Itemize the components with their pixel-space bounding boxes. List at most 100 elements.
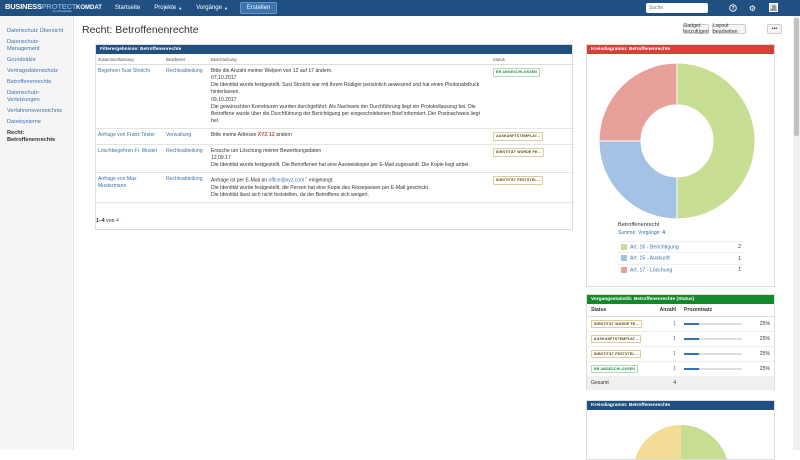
pie-slice	[681, 425, 727, 459]
table-row: IDENTITÄT WURDE FE... 1 25%	[587, 316, 774, 332]
assignee-link[interactable]: Verwaltung	[166, 132, 191, 138]
chevron-down-icon: ▼	[178, 5, 183, 11]
column-header: Prozentsatz	[680, 304, 774, 317]
filter-results-table: Zusammenfassung Bearbeiter Beschreibung …	[96, 54, 574, 204]
column-header: Anzahl	[652, 304, 681, 317]
help-icon[interactable]: ?	[727, 3, 738, 13]
table-row: Anfrage von Franz Tester Verwaltung Bitt…	[96, 128, 574, 145]
column-header[interactable]: Zusammenfassung	[96, 54, 164, 65]
sidebar-item-recht-betroffenenrechte[interactable]: Recht: Betroffenenrechte	[0, 128, 60, 146]
status-badge: BR ABGESCHLOSSEN	[493, 68, 540, 77]
pie-chart-2	[635, 425, 727, 459]
assignee-link[interactable]: Rechtsabteilung	[166, 148, 203, 154]
sidebar-item-verfahrensverzeichnis[interactable]: Verfahrensverzeichnis	[0, 106, 73, 117]
filter-results-gadget: Filterergebnisse: Betroffenenrechte Zusa…	[95, 44, 574, 230]
sidebar-item-management[interactable]: Datenschutz-Management	[0, 37, 60, 55]
issue-summary-link[interactable]: Anfrage von Franz Tester	[98, 132, 155, 138]
table-row: Löschbegehren Fr. Muster Rechtsabteilung…	[96, 144, 574, 174]
legend-swatch	[621, 266, 627, 273]
nav-projekte[interactable]: Projekte ▼	[147, 5, 189, 11]
percentage-bar	[684, 352, 743, 355]
table-row: BR ABGESCHLOSSEN 1 25%	[587, 361, 774, 377]
pie-chart	[598, 62, 756, 220]
svg-text:?: ?	[731, 6, 734, 12]
count-link[interactable]: 1	[652, 361, 681, 377]
edit-layout-button[interactable]: Layout bearbeiten	[712, 23, 746, 35]
sidebar-item-uebersicht[interactable]: Datenschutz Übersicht	[0, 26, 73, 37]
table-row: IDENTITÄT FESTSTEL... 1 25%	[587, 346, 774, 362]
table-row: AUSKUNFTSTEMPLAT... 1 25%	[587, 331, 774, 347]
sidebar-item-vertragsdatenschutz[interactable]: Vertragsdatenschutz	[0, 66, 73, 77]
percentage-bar	[684, 337, 743, 340]
pie-chart-gadget-2: Kreisdiagramm: Betroffenenrechte	[586, 400, 775, 460]
create-button[interactable]: Erstellen	[239, 2, 278, 14]
legend-item[interactable]: Art. 17 - Löschung 1	[618, 263, 744, 276]
issue-summary-link[interactable]: Begehren Susi Strolchi	[98, 68, 150, 74]
pie-slice[interactable]	[598, 62, 678, 142]
more-actions-button[interactable]: •••	[767, 24, 782, 34]
pagination: 1–4 von 4	[96, 218, 119, 224]
percentage-bar	[684, 322, 743, 325]
issue-description: Bitte meine Adresse XYZ 12 ändern	[209, 128, 491, 145]
pie-summary: Summe: Vorgänge: 4	[618, 230, 665, 236]
total-row: Gesamt 4	[587, 376, 774, 390]
scrollbar-thumb[interactable]	[794, 18, 799, 136]
pie-slice[interactable]	[598, 140, 678, 220]
status-badge[interactable]: BR ABGESCHLOSSEN	[591, 365, 638, 373]
legend-item[interactable]: Art. 15 - Auskunft 1	[618, 252, 744, 265]
pagination-total-link[interactable]: 4	[116, 218, 119, 224]
table-row: Begehren Susi Strolchi Rechtsabteilung B…	[96, 64, 574, 129]
issue-description: Anfrage ist per E-Mail an office@xyz.com…	[209, 172, 491, 204]
chevron-down-icon: ▼	[223, 5, 228, 11]
nav-vorgaenge[interactable]: Vorgänge ▼	[189, 5, 235, 11]
status-badge: AUSKUNFTSTEMPLAT...	[493, 132, 544, 141]
issue-description: Bitte die Anzahl meiner Welpen von 12 au…	[209, 64, 491, 129]
page-scrollbar[interactable]	[793, 16, 800, 450]
status-badge[interactable]: IDENTITÄT WURDE FE...	[591, 320, 643, 328]
sidebar: Datenschutz Übersicht Datenschutz-Manage…	[0, 16, 74, 450]
count-link[interactable]: 1	[652, 316, 681, 332]
search-input[interactable]	[646, 3, 708, 13]
table-row: Anfrage von Max Mustermann Rechtsabteilu…	[96, 172, 574, 204]
brand-label[interactable]: KOMDAT	[74, 5, 108, 11]
status-badge[interactable]: AUSKUNFTSTEMPLAT...	[591, 335, 642, 343]
assignee-link[interactable]: Rechtsabteilung	[166, 176, 203, 182]
sidebar-item-grundsaetze[interactable]: Grundsätze	[0, 55, 73, 66]
legend-swatch	[621, 244, 627, 250]
sidebar-item-betroffenenrechte[interactable]: Betroffenenrechte	[0, 77, 73, 88]
pie-slice[interactable]	[676, 62, 756, 220]
nav-startseite[interactable]: Startseite	[108, 5, 147, 11]
column-header[interactable]: Beschreibung	[209, 54, 491, 65]
issue-summary-link[interactable]: Löschbegehren Fr. Muster	[98, 148, 157, 154]
email-link[interactable]: office@xyz.com	[268, 178, 304, 184]
count-link[interactable]: 1	[652, 346, 681, 362]
pie-legend: Art. 16 - Berichtigung 2 Art. 15 - Ausku…	[618, 240, 744, 276]
add-gadget-button[interactable]: Gadget hinzufügen	[683, 23, 709, 35]
issue-description: Ersuche um Löschung meiner Bewerbungsdat…	[209, 144, 491, 174]
column-header[interactable]: Status	[491, 54, 574, 65]
business-protect-logo[interactable]: BUSINESSPROTECT by eXtrapolate	[0, 0, 76, 16]
status-badge[interactable]: IDENTITÄT FESTSTEL...	[591, 350, 642, 358]
assignee-link[interactable]: Rechtsabteilung	[166, 68, 203, 74]
gadget-title: Filterergebnisse: Betroffenenrechte	[96, 45, 572, 54]
column-header[interactable]: Bearbeiter	[164, 54, 209, 65]
legend-item[interactable]: Art. 16 - Berichtigung 2	[618, 240, 744, 253]
gadget-title: Vorgangsstatistik: Betroffenenrechte (St…	[587, 295, 774, 304]
page-title: Recht: Betroffenenrechte	[82, 24, 199, 36]
gear-icon[interactable]: ⚙	[747, 3, 758, 13]
legend-swatch	[621, 255, 627, 262]
status-badge: IDENTITÄT WURDE FE...	[493, 147, 545, 157]
sidebar-item-dateisysteme[interactable]: Dateisysteme	[0, 117, 73, 128]
status-badge: IDENTITÄT FESTSTEL...	[493, 176, 544, 186]
sidebar-item-verletzungen[interactable]: Datenschutz-Verletzungen	[0, 88, 60, 106]
avatar[interactable]	[769, 3, 778, 12]
count-link[interactable]: 1	[652, 331, 681, 347]
gadget-title: Kreisdiagramm: Betroffenenrechte	[587, 45, 774, 54]
issue-summary-link[interactable]: Anfrage von Max Mustermann	[98, 176, 137, 189]
statistics-table: Status Anzahl Prozentsatz IDENTITÄT WURD…	[587, 304, 774, 390]
percentage-bar	[684, 367, 743, 370]
issue-statistics-gadget: Vorgangsstatistik: Betroffenenrechte (St…	[586, 294, 775, 390]
gadget-title: Kreisdiagramm: Betroffenenrechte	[587, 401, 774, 410]
pie-caption: Betroffenenrecht	[618, 222, 660, 228]
column-header: Status	[587, 304, 653, 317]
